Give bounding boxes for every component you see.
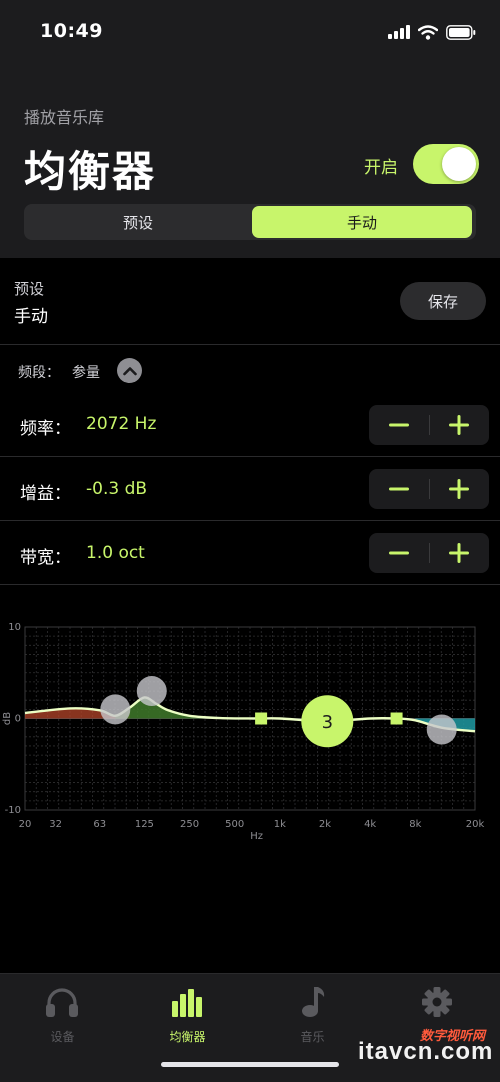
y-tick-label: -10 (5, 805, 21, 816)
chart-fills (25, 697, 475, 732)
chevron-up-icon (122, 366, 137, 375)
bandwidth-increment-button[interactable] (429, 533, 489, 573)
divider (0, 520, 500, 521)
tab-music[interactable]: 音乐 (250, 984, 375, 1044)
frequency-increment-button[interactable] (429, 405, 489, 445)
frequency-value: 2072 Hz (86, 414, 157, 434)
minus-icon (389, 487, 409, 491)
battery-icon (446, 24, 476, 40)
gain-increment-button[interactable] (429, 469, 489, 509)
mode-segmented-control: 预设 手动 (24, 204, 476, 240)
gain-label: 增益： (20, 484, 71, 504)
x-tick-label: 63 (93, 819, 106, 830)
selected-band-number: 3 (322, 712, 333, 733)
bandwidth-label: 带宽： (20, 548, 71, 568)
gain-decrement-button[interactable] (369, 469, 429, 509)
frequency-decrement-button[interactable] (369, 405, 429, 445)
page-title: 均衡器 (24, 147, 157, 196)
eq-toggle-label: 开启 (364, 158, 398, 178)
watermark-logo: itavcn.com (358, 1038, 494, 1065)
segment-preset[interactable]: 预设 (28, 206, 248, 238)
preset-value: 手动 (14, 307, 48, 327)
headphones-icon (44, 984, 80, 1020)
bandwidth-stepper (369, 533, 489, 573)
band-handle (136, 676, 167, 707)
minus-icon (389, 423, 409, 427)
band-handle (100, 694, 131, 725)
divider (0, 344, 500, 345)
equalizer-icon (169, 984, 205, 1020)
band-label: 频段： (18, 365, 60, 381)
gear-icon (419, 984, 455, 1020)
wifi-icon (418, 24, 438, 40)
x-tick-label: 2k (319, 819, 331, 830)
tab-equalizer[interactable]: 均衡器 (125, 984, 250, 1044)
gain-stepper (369, 469, 489, 509)
bandwidth-decrement-button[interactable] (369, 533, 429, 573)
gain-value: -0.3 dB (86, 479, 148, 499)
x-tick-label: 500 (225, 819, 244, 830)
preset-caption: 预设 (14, 280, 45, 298)
save-button[interactable]: 保存 (400, 282, 486, 320)
frequency-label: 频率： (20, 419, 71, 439)
x-tick-label: 125 (135, 819, 154, 830)
tab-label: 均衡器 (169, 1030, 206, 1044)
eq-response-chart[interactable]: 3 10 0 -10 dB 20 32 63 125 250 500 1k 2k 4k 8k 20k Hz (0, 615, 500, 845)
band-square-handle (390, 712, 403, 725)
x-tick-label: 20k (466, 819, 485, 830)
band-square-handle (255, 712, 268, 725)
x-tick-label: 250 (180, 819, 199, 830)
plus-icon (449, 415, 469, 435)
segment-manual[interactable]: 手动 (252, 206, 472, 238)
y-axis-label: dB (2, 712, 13, 725)
signal-icon (388, 25, 410, 39)
home-indicator (161, 1062, 339, 1067)
x-tick-label: 8k (409, 819, 421, 830)
divider (0, 584, 500, 585)
music-note-icon (294, 984, 330, 1020)
y-tick-label: 0 (15, 714, 21, 725)
band-handle (426, 714, 457, 745)
y-tick-label: 10 (8, 622, 21, 633)
tab-label: 音乐 (300, 1030, 325, 1044)
tab-devices[interactable]: 设备 (0, 984, 125, 1044)
x-tick-label: 32 (49, 819, 62, 830)
status-time: 10:49 (40, 20, 103, 42)
x-axis-label: Hz (250, 831, 263, 842)
x-tick-label: 20 (19, 819, 32, 830)
divider (0, 456, 500, 457)
bandwidth-value: 1.0 oct (86, 543, 145, 563)
plus-icon (449, 543, 469, 563)
x-tick-label: 1k (274, 819, 286, 830)
frequency-stepper (369, 405, 489, 445)
plus-icon (449, 479, 469, 499)
toggle-knob (442, 147, 476, 181)
x-tick-label: 4k (364, 819, 376, 830)
status-icons (388, 22, 476, 42)
status-bar: 10:49 (0, 0, 500, 62)
minus-icon (389, 551, 409, 555)
breadcrumb[interactable]: 播放音乐库 (24, 104, 104, 128)
band-value[interactable]: 参量 (72, 362, 100, 382)
eq-enable-toggle[interactable] (413, 144, 479, 184)
tab-label: 设备 (50, 1030, 75, 1044)
collapse-button[interactable] (117, 358, 142, 383)
chart-labels: 10 0 -10 dB 20 32 63 125 250 500 1k 2k 4k 8k 20k Hz (2, 622, 484, 842)
